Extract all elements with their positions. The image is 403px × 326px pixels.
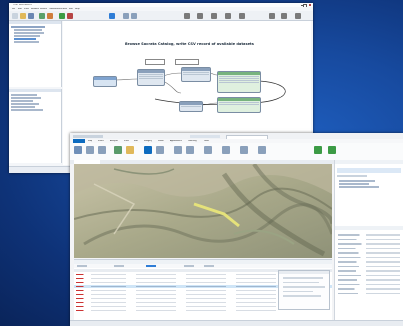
- menu-help[interactable]: Help: [75, 8, 80, 10]
- menu-writers[interactable]: Writers: [40, 8, 47, 10]
- transformer-gallery-panel: [9, 89, 62, 163]
- terrain-map: [74, 164, 332, 258]
- transformer-node-2[interactable]: [181, 67, 211, 82]
- measure-icon[interactable]: [174, 146, 182, 154]
- navigator-panel: [9, 21, 62, 87]
- writer-node-2[interactable]: [217, 97, 261, 113]
- gis-window: Map Insert Analysis View Edit Imagery Sh…: [70, 133, 403, 326]
- menu-file[interactable]: File: [12, 8, 15, 10]
- tab-insert[interactable]: Insert: [98, 140, 104, 142]
- navigator-tree[interactable]: [11, 26, 53, 44]
- distribute-icon[interactable]: [281, 12, 287, 19]
- basemap-icon[interactable]: [114, 146, 122, 154]
- menu-view[interactable]: View: [24, 8, 29, 10]
- refresh-icon[interactable]: [314, 146, 322, 154]
- menu-edit[interactable]: Edit: [18, 8, 22, 10]
- tab-labeling[interactable]: Labeling: [188, 140, 197, 142]
- map-view[interactable]: [74, 164, 332, 258]
- stop-icon[interactable]: [67, 12, 73, 19]
- quick-access-toolbar[interactable]: [73, 134, 103, 138]
- locate-icon[interactable]: [186, 146, 194, 154]
- selection-icon[interactable]: [114, 265, 124, 267]
- gallery-list[interactable]: [11, 94, 51, 112]
- catalog-tree[interactable]: [339, 180, 399, 189]
- writer-icon[interactable]: [47, 12, 53, 19]
- field-calculator-popup[interactable]: [278, 270, 330, 310]
- settings-icon[interactable]: [295, 12, 301, 19]
- labeling-icon[interactable]: [222, 146, 230, 154]
- add-data-icon[interactable]: [126, 146, 134, 154]
- tab-imagery[interactable]: Imagery: [144, 140, 152, 142]
- writer-node-1[interactable]: [217, 71, 261, 93]
- highlight-icon[interactable]: [146, 265, 156, 267]
- feature-cache-icon[interactable]: [211, 12, 217, 19]
- delete-icon[interactable]: [184, 265, 194, 267]
- tab-appearance[interactable]: Appearance: [170, 140, 182, 142]
- reader-node[interactable]: [93, 76, 117, 87]
- menu-tools[interactable]: Tools: [62, 8, 67, 10]
- properties-header: [335, 226, 403, 230]
- annotation-box-2[interactable]: [175, 59, 199, 65]
- catalog-header: [335, 160, 403, 164]
- open-icon[interactable]: [20, 12, 26, 19]
- zoom-icon[interactable]: [123, 12, 129, 19]
- attributes-icon[interactable]: [156, 146, 164, 154]
- new-icon[interactable]: [12, 12, 18, 19]
- menu-readers[interactable]: Readers: [31, 8, 39, 10]
- catalog-panel: [334, 160, 403, 326]
- tab-share[interactable]: Share: [158, 140, 164, 142]
- align-icon[interactable]: [269, 12, 275, 19]
- copy-icon[interactable]: [204, 265, 214, 267]
- go-to-xy-icon[interactable]: [98, 146, 106, 154]
- convert-icon[interactable]: [240, 146, 248, 154]
- inspect-icon[interactable]: [225, 12, 231, 19]
- layout-icon[interactable]: [239, 12, 245, 19]
- tab-edit[interactable]: Edit: [134, 140, 138, 142]
- tab-map[interactable]: Map: [88, 140, 92, 142]
- minimize-icon[interactable]: [301, 5, 303, 6]
- properties-list: [338, 234, 400, 297]
- tab-analysis[interactable]: Analysis: [110, 140, 118, 142]
- field-view-icon[interactable]: [77, 265, 87, 267]
- gis-status-bar: [70, 320, 403, 326]
- menu-run[interactable]: Run: [69, 8, 73, 10]
- catalog-selected-item[interactable]: [337, 168, 401, 173]
- infographics-icon[interactable]: [204, 146, 212, 154]
- transformer-node-1[interactable]: [137, 69, 165, 86]
- tab-data[interactable]: Data: [204, 140, 209, 142]
- save-icon[interactable]: [28, 12, 34, 19]
- select-icon[interactable]: [144, 146, 152, 154]
- transformer-node-3[interactable]: [179, 101, 203, 112]
- cursor-tool-icon[interactable]: [109, 12, 115, 19]
- workbench-toolbar: [9, 11, 313, 21]
- bookmark-icon[interactable]: [184, 12, 190, 19]
- close-icon[interactable]: [309, 4, 311, 6]
- project-title-box: [190, 134, 220, 138]
- navigator-header: [9, 21, 61, 24]
- catalog-tabs[interactable]: [337, 175, 367, 177]
- save-edits-icon[interactable]: [328, 146, 336, 154]
- reader-icon[interactable]: [39, 12, 45, 19]
- download-map-icon[interactable]: [258, 146, 266, 154]
- ribbon: [70, 143, 403, 161]
- annotation-box-1[interactable]: [145, 59, 165, 65]
- gallery-header: [9, 89, 61, 92]
- attribute-table: [74, 259, 332, 320]
- annotation-icon[interactable]: [197, 12, 203, 19]
- bookmarks-icon[interactable]: [86, 146, 94, 154]
- attribute-table-toolbar: [74, 264, 332, 268]
- workbench-title: FME Workbench: [13, 3, 33, 6]
- tab-view[interactable]: View: [124, 140, 129, 142]
- menu-transformers[interactable]: Transformers: [49, 8, 62, 10]
- explore-icon[interactable]: [74, 146, 82, 154]
- run-icon[interactable]: [59, 12, 65, 19]
- pan-icon[interactable]: [131, 12, 137, 19]
